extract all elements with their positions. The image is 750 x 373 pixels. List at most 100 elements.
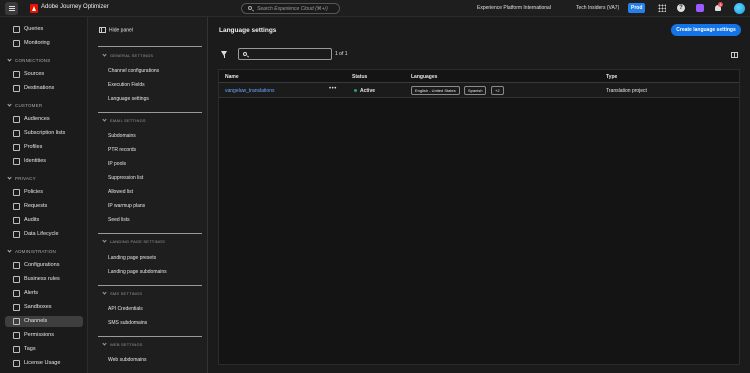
column-settings-icon[interactable] xyxy=(731,52,738,58)
link-execution-fields[interactable]: Execution Fields xyxy=(108,82,145,88)
global-search-input[interactable]: Search Experience Cloud (⌘+/) xyxy=(241,3,340,14)
left-nav: Queries Monitoring CONNECTIONS Sources D… xyxy=(0,17,87,373)
link-ptr-records[interactable]: PTR records xyxy=(108,147,136,153)
group-email-settings[interactable]: EMAIL SETTINGS xyxy=(102,117,146,123)
nav-item-business-rules[interactable]: Business rules xyxy=(5,274,83,285)
filter-icon[interactable] xyxy=(221,51,227,58)
env-badge: Prod xyxy=(628,3,646,13)
nav-item-alerts[interactable]: Alerts xyxy=(5,288,83,299)
nav-item-sources[interactable]: Sources xyxy=(5,69,83,80)
chevron-down-icon xyxy=(7,102,12,107)
nav-item-queries[interactable]: Queries xyxy=(5,24,83,35)
nav-item-label: Monitoring xyxy=(24,40,50,46)
nav-item-policies[interactable]: Policies xyxy=(5,187,83,198)
table-row[interactable]: vangeluw_translations ••• Active English… xyxy=(219,83,739,98)
link-landing-page-subdomains[interactable]: Landing page subdomains xyxy=(108,269,167,275)
link-language-settings[interactable]: Language settings xyxy=(108,96,149,102)
nav-item-label: License Usage xyxy=(24,360,61,366)
link-channel-configurations[interactable]: Channel configurations xyxy=(108,68,159,74)
nav-section-title: CUSTOMER xyxy=(15,103,43,108)
queries-icon xyxy=(13,26,20,33)
column-header-name[interactable]: Name xyxy=(225,74,239,80)
business-rules-icon xyxy=(13,276,20,283)
group-title: WEB SETTINGS xyxy=(110,342,143,347)
nav-item-identities[interactable]: Identities xyxy=(5,156,83,167)
column-header-status[interactable]: Status xyxy=(352,74,367,80)
link-ip-pools[interactable]: IP pools xyxy=(108,161,126,167)
link-seed-lists[interactable]: Seed lists xyxy=(108,217,130,223)
link-landing-page-presets[interactable]: Landing page presets xyxy=(108,255,156,261)
nav-item-profiles[interactable]: Profiles xyxy=(5,142,83,153)
nav-item-label: Audiences xyxy=(24,116,50,122)
language-settings-table: Name Status Languages Type vangeluw_tran… xyxy=(218,69,740,365)
link-suppression-list[interactable]: Suppression list xyxy=(108,175,143,181)
nav-item-channels[interactable]: Channels xyxy=(5,316,83,327)
group-sms-settings[interactable]: SMS SETTINGS xyxy=(102,290,142,296)
alerts-icon xyxy=(13,290,20,297)
destinations-icon xyxy=(13,85,20,92)
link-api-credentials[interactable]: API Credentials xyxy=(108,306,143,312)
language-more-tag[interactable]: +2 xyxy=(491,86,504,95)
nav-item-tags[interactable]: Tags xyxy=(5,344,83,355)
main-content: Language settings Create language settin… xyxy=(208,17,750,373)
search-placeholder: Search Experience Cloud (⌘+/) xyxy=(257,6,328,12)
nav-item-monitoring[interactable]: Monitoring xyxy=(5,38,83,49)
group-title: LANDING PAGE SETTINGS xyxy=(110,239,166,244)
nav-section-administration[interactable]: ADMINISTRATION xyxy=(7,248,56,254)
link-allowed-list[interactable]: Allowed list xyxy=(108,189,133,195)
nav-item-label: Data Lifecycle xyxy=(24,231,59,237)
configurations-icon xyxy=(13,262,20,269)
nav-item-audiences[interactable]: Audiences xyxy=(5,114,83,125)
nav-item-label: Business rules xyxy=(24,276,60,282)
hide-panel-button[interactable]: Hide panel xyxy=(99,27,133,33)
channels-icon xyxy=(13,318,20,325)
nav-item-label: Alerts xyxy=(24,290,39,296)
column-header-type[interactable]: Type xyxy=(606,74,617,80)
nav-section-privacy[interactable]: PRIVACY xyxy=(7,175,36,181)
nav-item-destinations[interactable]: Destinations xyxy=(5,83,83,94)
feedback-icon[interactable] xyxy=(696,4,704,12)
more-actions-icon[interactable]: ••• xyxy=(329,86,337,92)
nav-section-title: ADMINISTRATION xyxy=(15,249,56,254)
chevron-down-icon xyxy=(102,52,107,57)
divider xyxy=(98,336,202,337)
nav-section-customer[interactable]: CUSTOMER xyxy=(7,102,43,108)
menu-icon[interactable] xyxy=(5,2,18,15)
nav-item-requests[interactable]: Requests xyxy=(5,201,83,212)
apps-grid-icon[interactable] xyxy=(658,4,666,12)
nav-item-permissions[interactable]: Permissions xyxy=(5,330,83,341)
search-input[interactable] xyxy=(238,48,332,60)
link-subdomains[interactable]: Subdomains xyxy=(108,133,136,139)
sources-icon xyxy=(13,71,20,78)
org-switcher[interactable]: Experience Platform International xyxy=(477,5,551,11)
nav-item-subscription-lists[interactable]: Subscription lists xyxy=(5,128,83,139)
link-web-subdomains[interactable]: Web subdomains xyxy=(108,357,147,363)
group-general-settings[interactable]: GENERAL SETTINGS xyxy=(102,52,153,58)
group-landing-page-settings[interactable]: LANDING PAGE SETTINGS xyxy=(102,238,166,244)
create-language-settings-button[interactable]: Create language settings xyxy=(671,24,741,36)
avatar[interactable] xyxy=(734,3,745,14)
audiences-icon xyxy=(13,116,20,123)
help-icon[interactable]: ? xyxy=(677,4,685,12)
nav-section-connections[interactable]: CONNECTIONS xyxy=(7,57,50,63)
chevron-down-icon xyxy=(7,248,12,253)
link-sms-subdomains[interactable]: SMS subdomains xyxy=(108,320,147,326)
row-name-link[interactable]: vangeluw_translations xyxy=(225,88,274,94)
app-name[interactable]: Adobe Journey Optimizer xyxy=(41,4,109,10)
nav-item-license-usage[interactable]: License Usage xyxy=(5,358,83,369)
panel-icon xyxy=(99,27,106,33)
audits-icon xyxy=(13,217,20,224)
group-web-settings[interactable]: WEB SETTINGS xyxy=(102,341,143,347)
nav-item-data-lifecycle[interactable]: Data Lifecycle xyxy=(5,229,83,240)
divider xyxy=(98,112,202,113)
nav-item-sandboxes[interactable]: Sandboxes xyxy=(5,302,83,313)
column-header-languages[interactable]: Languages xyxy=(411,74,437,80)
tags-icon xyxy=(13,346,20,353)
nav-item-configurations[interactable]: Configurations xyxy=(5,260,83,271)
identities-icon xyxy=(13,158,20,165)
link-ip-warmup-plans[interactable]: IP warmup plans xyxy=(108,203,145,209)
nav-item-audits[interactable]: Audits xyxy=(5,215,83,226)
row-type: Translation project xyxy=(606,88,647,94)
sandbox-switcher[interactable]: Tech Insiders (VA7) xyxy=(576,5,619,11)
chevron-down-icon xyxy=(7,57,12,62)
